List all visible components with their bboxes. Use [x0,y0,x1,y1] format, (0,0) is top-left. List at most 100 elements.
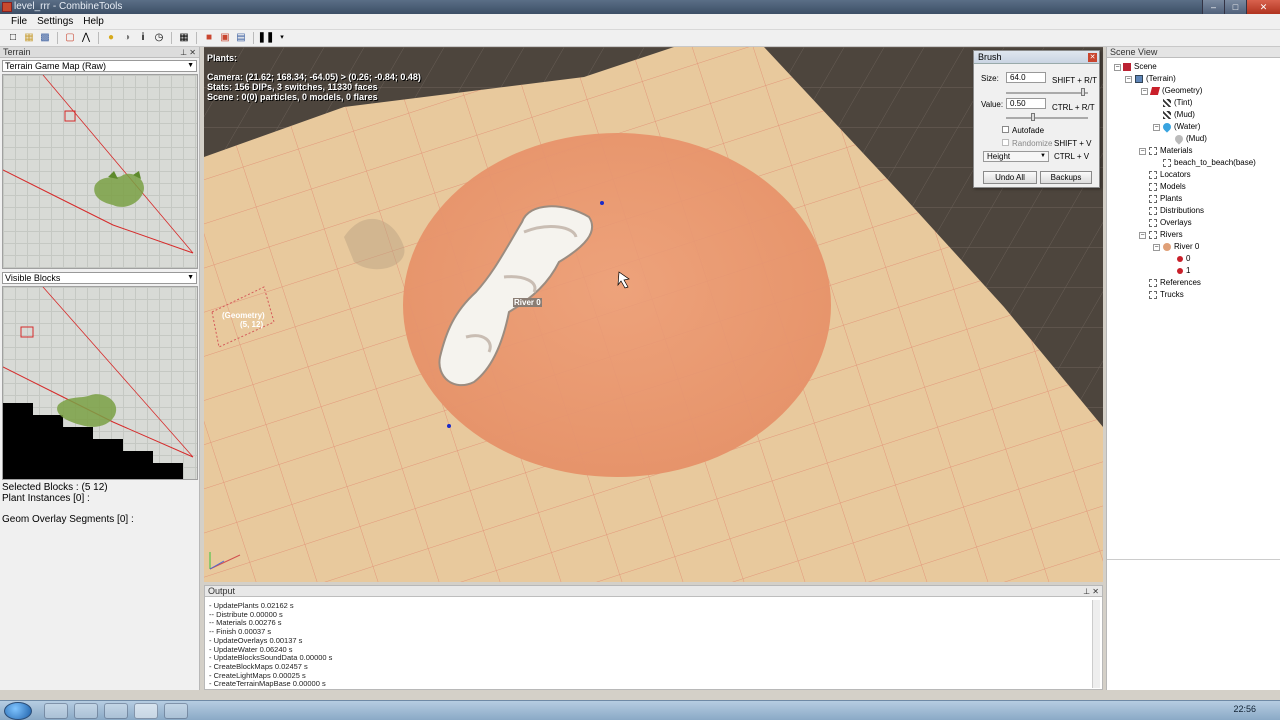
output-log[interactable]: - UpdatePlants 0.02162 s -- Distribute 0… [205,597,1102,689]
tree-collapse-toggle[interactable]: − [1153,244,1160,251]
brush-size-input[interactable]: 64.0 [1006,72,1046,83]
tree-collapse-toggle[interactable]: − [1139,148,1146,155]
brush-value-slider-thumb[interactable] [1031,113,1035,121]
terrain-map-view[interactable] [2,74,198,269]
tree-item-references[interactable]: References [1149,278,1201,288]
visible-blocks-drawing [3,287,194,479]
geometry-coords-label: (5, 12) [240,320,264,329]
taskbar-app-cube[interactable] [104,703,128,719]
scene-view-title: Scene View [1110,47,1158,57]
point-icon [1177,268,1183,274]
image-icon[interactable]: ▣ [218,31,232,45]
randomize-checkbox[interactable] [1002,139,1009,146]
tree-item-label: Models [1160,182,1186,191]
maximize-button[interactable]: □ [1224,0,1246,14]
brush-size-slider-track[interactable] [1006,92,1088,94]
chevron-down-icon: ▼ [1040,153,1046,159]
terrain-map-select[interactable]: Terrain Game Map (Raw) ▼ [2,60,197,72]
pause-icon[interactable]: ❚❚ [258,31,275,45]
title-bar: level_rrr - CombineTools – □ ✕ [0,0,1280,14]
mud-icon [1163,111,1171,119]
tree-item-terrain[interactable]: (Terrain) [1135,74,1176,84]
info-icon[interactable]: i [136,31,150,45]
taskbar-app-tools[interactable] [164,703,188,719]
tree-item-water-mud[interactable]: (Mud) [1173,133,1207,145]
tree-item-materials[interactable]: Materials [1149,146,1192,156]
tree-item-locators[interactable]: Locators [1149,170,1191,180]
tree-collapse-toggle[interactable]: − [1153,124,1160,131]
taskbar-app-browser[interactable] [44,703,68,719]
taskbar-app-steam[interactable] [134,703,158,719]
plants-header-text: Plants: [207,53,238,63]
folder-icon [1149,231,1157,239]
brush-close-icon[interactable]: ✕ [1088,53,1097,62]
undo-all-button[interactable]: Undo All [983,171,1037,184]
folder-icon [1149,207,1157,215]
tree-item-material-beach[interactable]: beach_to_beach(base) [1163,158,1256,168]
tint-icon [1163,99,1171,107]
3d-viewport[interactable]: Plants: Camera: (21.62; 168.34; -64.05) … [204,47,1103,582]
brush-dialog-titlebar[interactable]: Brush ✕ [974,51,1099,64]
tree-item-river-point-1[interactable]: 1 [1177,266,1190,276]
menu-settings[interactable]: Settings [32,14,78,30]
visible-blocks-view[interactable] [2,286,198,480]
close-button[interactable]: ✕ [1246,0,1280,14]
panel-pin-icons[interactable]: ⊥ ✕ [1083,586,1099,597]
tree-item-rivers[interactable]: Rivers [1149,230,1183,240]
log-line: -- Distribute 0.00000 s [209,609,283,619]
start-button[interactable] [4,702,32,720]
open-icon[interactable]: ▦ [22,31,36,45]
tree-collapse-toggle[interactable]: − [1139,232,1146,239]
tree-item-overlays[interactable]: Overlays [1149,218,1192,228]
panel-pin-icons[interactable]: ⊥ ✕ [180,47,196,58]
output-scrollbar[interactable] [1092,600,1100,688]
backups-button[interactable]: Backups [1040,171,1092,184]
box-icon[interactable]: ▢ [63,31,77,45]
tree-item-distributions[interactable]: Distributions [1149,206,1204,216]
dropdown-icon[interactable]: ▾ [275,31,289,45]
grid-icon[interactable]: ▦ [177,31,191,45]
tree-collapse-toggle[interactable]: − [1141,88,1148,95]
brush-size-slider-thumb[interactable] [1081,88,1085,96]
menu-bar: File Settings Help [0,14,1280,30]
bulb-icon[interactable]: ● [104,31,118,45]
brush-value-slider-track[interactable] [1006,117,1088,119]
minimize-button[interactable]: – [1202,0,1224,14]
tree-item-geometry[interactable]: (Geometry) [1149,86,1202,96]
tree-item-label: Scene [1134,62,1157,71]
tree-item-trucks[interactable]: Trucks [1149,290,1184,300]
tree-item-models[interactable]: Models [1149,182,1186,192]
taskbar-app-folder[interactable] [74,703,98,719]
save-icon[interactable]: ▩ [38,31,52,45]
tree-item-tint[interactable]: (Tint) [1163,98,1192,108]
tree-item-mud[interactable]: (Mud) [1163,110,1195,120]
tree-item-plants[interactable]: Plants [1149,194,1182,204]
brush-mode-select[interactable]: Height ▼ [983,151,1049,162]
menu-help[interactable]: Help [78,14,109,30]
axis-icon[interactable]: ⋀ [79,31,93,45]
tree-collapse-toggle[interactable]: − [1114,64,1121,71]
new-icon[interactable]: □ [6,31,20,45]
tree-item-water[interactable]: (Water) [1161,121,1200,133]
visible-blocks-select[interactable]: Visible Blocks ▼ [2,272,197,284]
tree-item-river-0[interactable]: River 0 [1163,242,1199,252]
toolbar: □ ▦ ▩ ▢ ⋀ ● ◑ i ◷ ▦ ■ ▣ ▤ ❚❚ ▾ [0,30,1280,47]
tree-item-river-point-0[interactable]: 0 [1177,254,1190,264]
folder-icon [1149,147,1157,155]
menu-file[interactable]: File [6,14,32,30]
tree-collapse-toggle[interactable]: − [1125,76,1132,83]
red-cube-icon[interactable]: ■ [202,31,216,45]
tree-item-label: (Tint) [1174,98,1193,107]
taskbar-clock: 22:56 [1233,704,1256,714]
brush-size-value: 64.0 [1010,73,1026,82]
tree-item-scene[interactable]: Scene [1123,62,1157,72]
clock-icon[interactable]: ◷ [152,31,166,45]
brush-value-input[interactable]: 0.50 [1006,98,1046,109]
layers-icon[interactable]: ▤ [234,31,248,45]
sphere-icon[interactable]: ◑ [120,31,134,45]
output-panel: Output ⊥ ✕ - UpdatePlants 0.02162 s -- D… [204,585,1103,690]
autofade-checkbox[interactable] [1002,126,1009,133]
brush-size-label: Size: [981,74,999,83]
terrain-panel: Terrain ⊥ ✕ Terrain Game Map (Raw) ▼ Vis… [0,47,200,690]
plant-instances-text: Plant Instances [0] : [2,493,90,504]
